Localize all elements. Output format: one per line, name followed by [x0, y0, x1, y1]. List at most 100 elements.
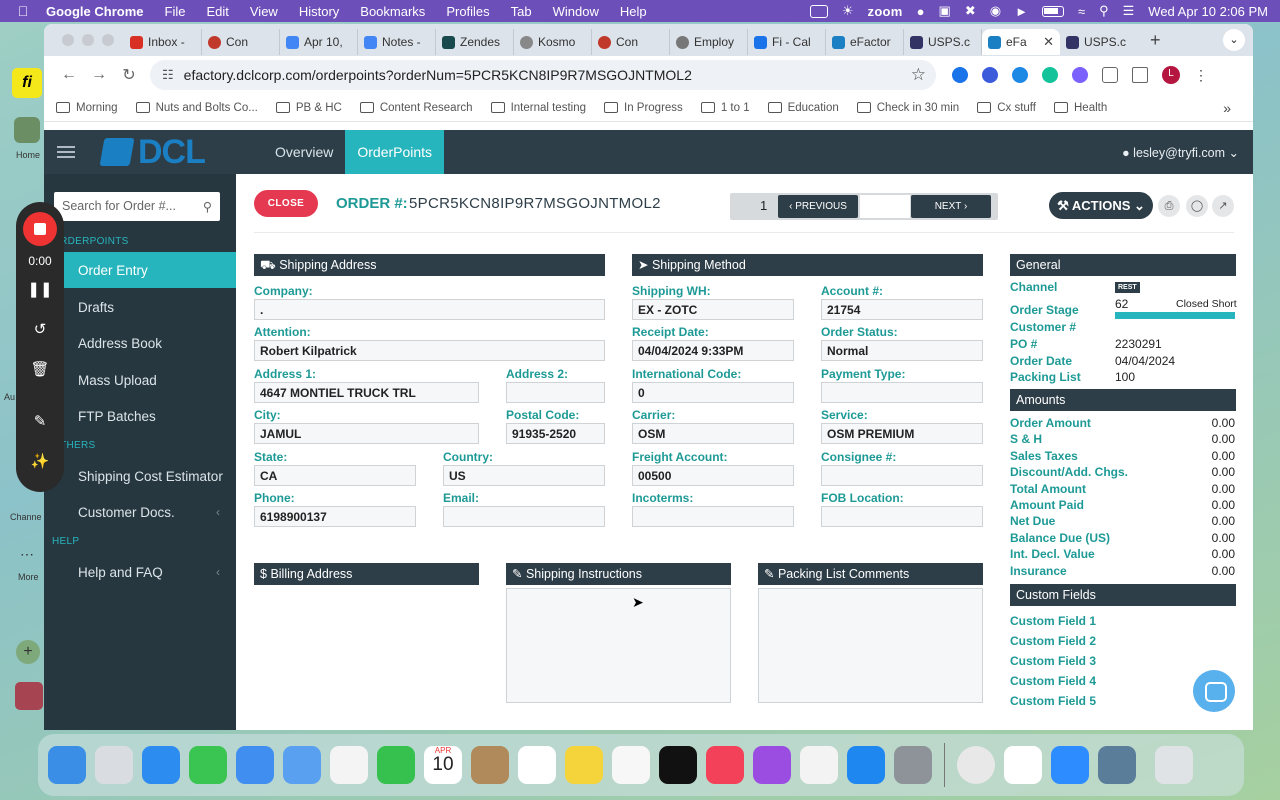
back-icon[interactable]: ←	[54, 66, 84, 84]
order-status-field[interactable]: Normal	[821, 340, 983, 361]
bluetooth-icon[interactable]: ✖	[965, 3, 976, 19]
postal-field[interactable]: 91935-2520	[506, 423, 605, 444]
contacts-icon[interactable]	[471, 746, 509, 784]
url-text[interactable]: efactory.dclcorp.com/orderpoints?orderNu…	[184, 67, 692, 83]
menu-help[interactable]: Help	[620, 4, 647, 19]
tab-usps-2[interactable]: USPS.c	[1060, 29, 1138, 55]
hamburger-menu-icon[interactable]	[57, 143, 75, 161]
apple-icon[interactable]: 	[0, 3, 46, 19]
minimize-window-icon[interactable]	[82, 34, 94, 46]
freeform-icon[interactable]	[612, 746, 650, 784]
custom-field-1[interactable]: Custom Field 1	[1010, 614, 1096, 628]
profile-avatar[interactable]: L	[1162, 66, 1180, 84]
side-panel-icon[interactable]	[1132, 67, 1148, 83]
sidebar-item-ftp-batches[interactable]: FTP Batches	[44, 398, 236, 434]
restart-icon[interactable]: ↺	[16, 320, 64, 338]
messages-icon[interactable]	[189, 746, 227, 784]
address-bar[interactable]: ☷ efactory.dclcorp.com/orderpoints?order…	[150, 60, 936, 90]
attention-field[interactable]: Robert Kilpatrick	[254, 340, 605, 361]
intl-code-field[interactable]: 0	[632, 382, 794, 403]
grammarly-extension-icon[interactable]	[1042, 67, 1058, 83]
expand-icon[interactable]: ↗	[1212, 195, 1234, 217]
tab-efactory-active[interactable]: eFa ✕	[982, 29, 1060, 55]
trash-icon[interactable]: 🗑	[16, 360, 64, 378]
wh-field[interactable]: EX - ZOTC	[632, 299, 794, 320]
maps-icon[interactable]	[283, 746, 321, 784]
maximize-window-icon[interactable]	[102, 34, 114, 46]
custom-field-5[interactable]: Custom Field 5	[1010, 694, 1096, 708]
tab-zendesk[interactable]: Zendes	[436, 29, 514, 55]
shipping-instructions-textarea[interactable]	[506, 588, 731, 703]
notes-icon[interactable]	[565, 746, 603, 784]
bookmark-folder[interactable]: Morning	[56, 102, 118, 114]
close-window-icon[interactable]	[62, 34, 74, 46]
menu-edit[interactable]: Edit	[206, 4, 228, 19]
packing-list-comments-textarea[interactable]	[758, 588, 983, 703]
vpn-icon[interactable]: ◉	[990, 3, 1001, 19]
brightness-icon[interactable]: ☀	[842, 3, 854, 19]
nav-overview[interactable]: Overview	[263, 130, 345, 174]
workspace-logo[interactable]: fi	[12, 68, 42, 98]
forward-icon[interactable]: →	[84, 66, 114, 84]
carrier-field[interactable]: OSM	[632, 423, 794, 444]
close-tab-icon[interactable]: ✕	[1043, 34, 1054, 50]
company-field[interactable]: .	[254, 299, 605, 320]
extension-icon[interactable]	[952, 67, 968, 83]
apple-tv-icon[interactable]	[659, 746, 697, 784]
email-field[interactable]	[443, 506, 605, 527]
launchpad-icon[interactable]	[95, 746, 133, 784]
bookmark-folder[interactable]: Content Research	[359, 102, 473, 114]
tab-efactory-1[interactable]: eFactor	[826, 29, 904, 55]
print-icon[interactable]: ⎙	[1158, 195, 1180, 217]
preview-icon[interactable]	[1098, 746, 1136, 784]
extension-icon[interactable]	[1012, 67, 1028, 83]
chrome-menu-icon[interactable]: ⋮	[1194, 67, 1208, 84]
address2-field[interactable]	[506, 382, 605, 403]
photos-icon[interactable]	[330, 746, 368, 784]
trash-icon[interactable]	[1155, 746, 1193, 784]
mail-icon[interactable]	[236, 746, 274, 784]
menu-window[interactable]: Window	[553, 4, 599, 19]
phone-field[interactable]: 6198900137	[254, 506, 416, 527]
country-field[interactable]: US	[443, 465, 605, 486]
next-button[interactable]: NEXT ›	[911, 195, 991, 218]
chat-launcher-button[interactable]	[1193, 670, 1235, 712]
music-icon[interactable]	[706, 746, 744, 784]
podcasts-icon[interactable]	[753, 746, 791, 784]
calendar-icon[interactable]: APR 10	[424, 746, 462, 784]
user-menu[interactable]: ● lesley@tryfi.com ⌄	[1122, 145, 1239, 160]
menu-tab[interactable]: Tab	[511, 4, 532, 19]
bookmark-folder[interactable]: Internal testing	[490, 102, 586, 114]
actions-button[interactable]: ⚒ ACTIONS ⌄	[1049, 192, 1153, 219]
display-icon[interactable]: ▣	[939, 3, 951, 19]
sidebar-item-address-book[interactable]: Address Book	[44, 325, 236, 361]
tab-notes[interactable]: Notes -	[358, 29, 436, 55]
incoterms-field[interactable]	[632, 506, 794, 527]
reminders-icon[interactable]	[518, 746, 556, 784]
order-search-input[interactable]: Search for Order #... ⚲	[54, 192, 220, 221]
tab-apr-10[interactable]: Apr 10,	[280, 29, 358, 55]
tab-con-2[interactable]: Con	[592, 29, 670, 55]
extension-icon[interactable]	[982, 67, 998, 83]
control-center-icon[interactable]: ☰	[1123, 3, 1135, 19]
bookmark-star-icon[interactable]: ☆	[911, 65, 926, 85]
news-icon[interactable]	[800, 746, 838, 784]
refresh-icon[interactable]: ◯	[1186, 195, 1208, 217]
bookmark-folder[interactable]: Education	[767, 102, 839, 114]
menu-bookmarks[interactable]: Bookmarks	[360, 4, 425, 19]
sidebar-item-help-faq[interactable]: Help and FAQ ‹	[44, 554, 236, 590]
volume-icon[interactable]: ►	[1015, 4, 1028, 19]
site-info-icon[interactable]: ☷	[162, 67, 174, 83]
sidebar-item-order-entry[interactable]: Order Entry	[44, 252, 236, 288]
menu-view[interactable]: View	[250, 4, 278, 19]
wifi-icon[interactable]: ≈	[1078, 4, 1085, 19]
stop-recording-button[interactable]	[23, 212, 57, 246]
pencil-icon[interactable]: ✎	[16, 412, 64, 430]
clock[interactable]: Wed Apr 10 2:06 PM	[1148, 4, 1268, 19]
grammarly-icon[interactable]: ●	[917, 4, 925, 19]
receipt-date-field[interactable]: 04/04/2024 9:33PM	[632, 340, 794, 361]
freight-account-field[interactable]: 00500	[632, 465, 794, 486]
finder-icon[interactable]	[48, 746, 86, 784]
more-icon[interactable]: ⋯	[20, 546, 34, 563]
search-icon[interactable]: ⚲	[1099, 3, 1109, 19]
